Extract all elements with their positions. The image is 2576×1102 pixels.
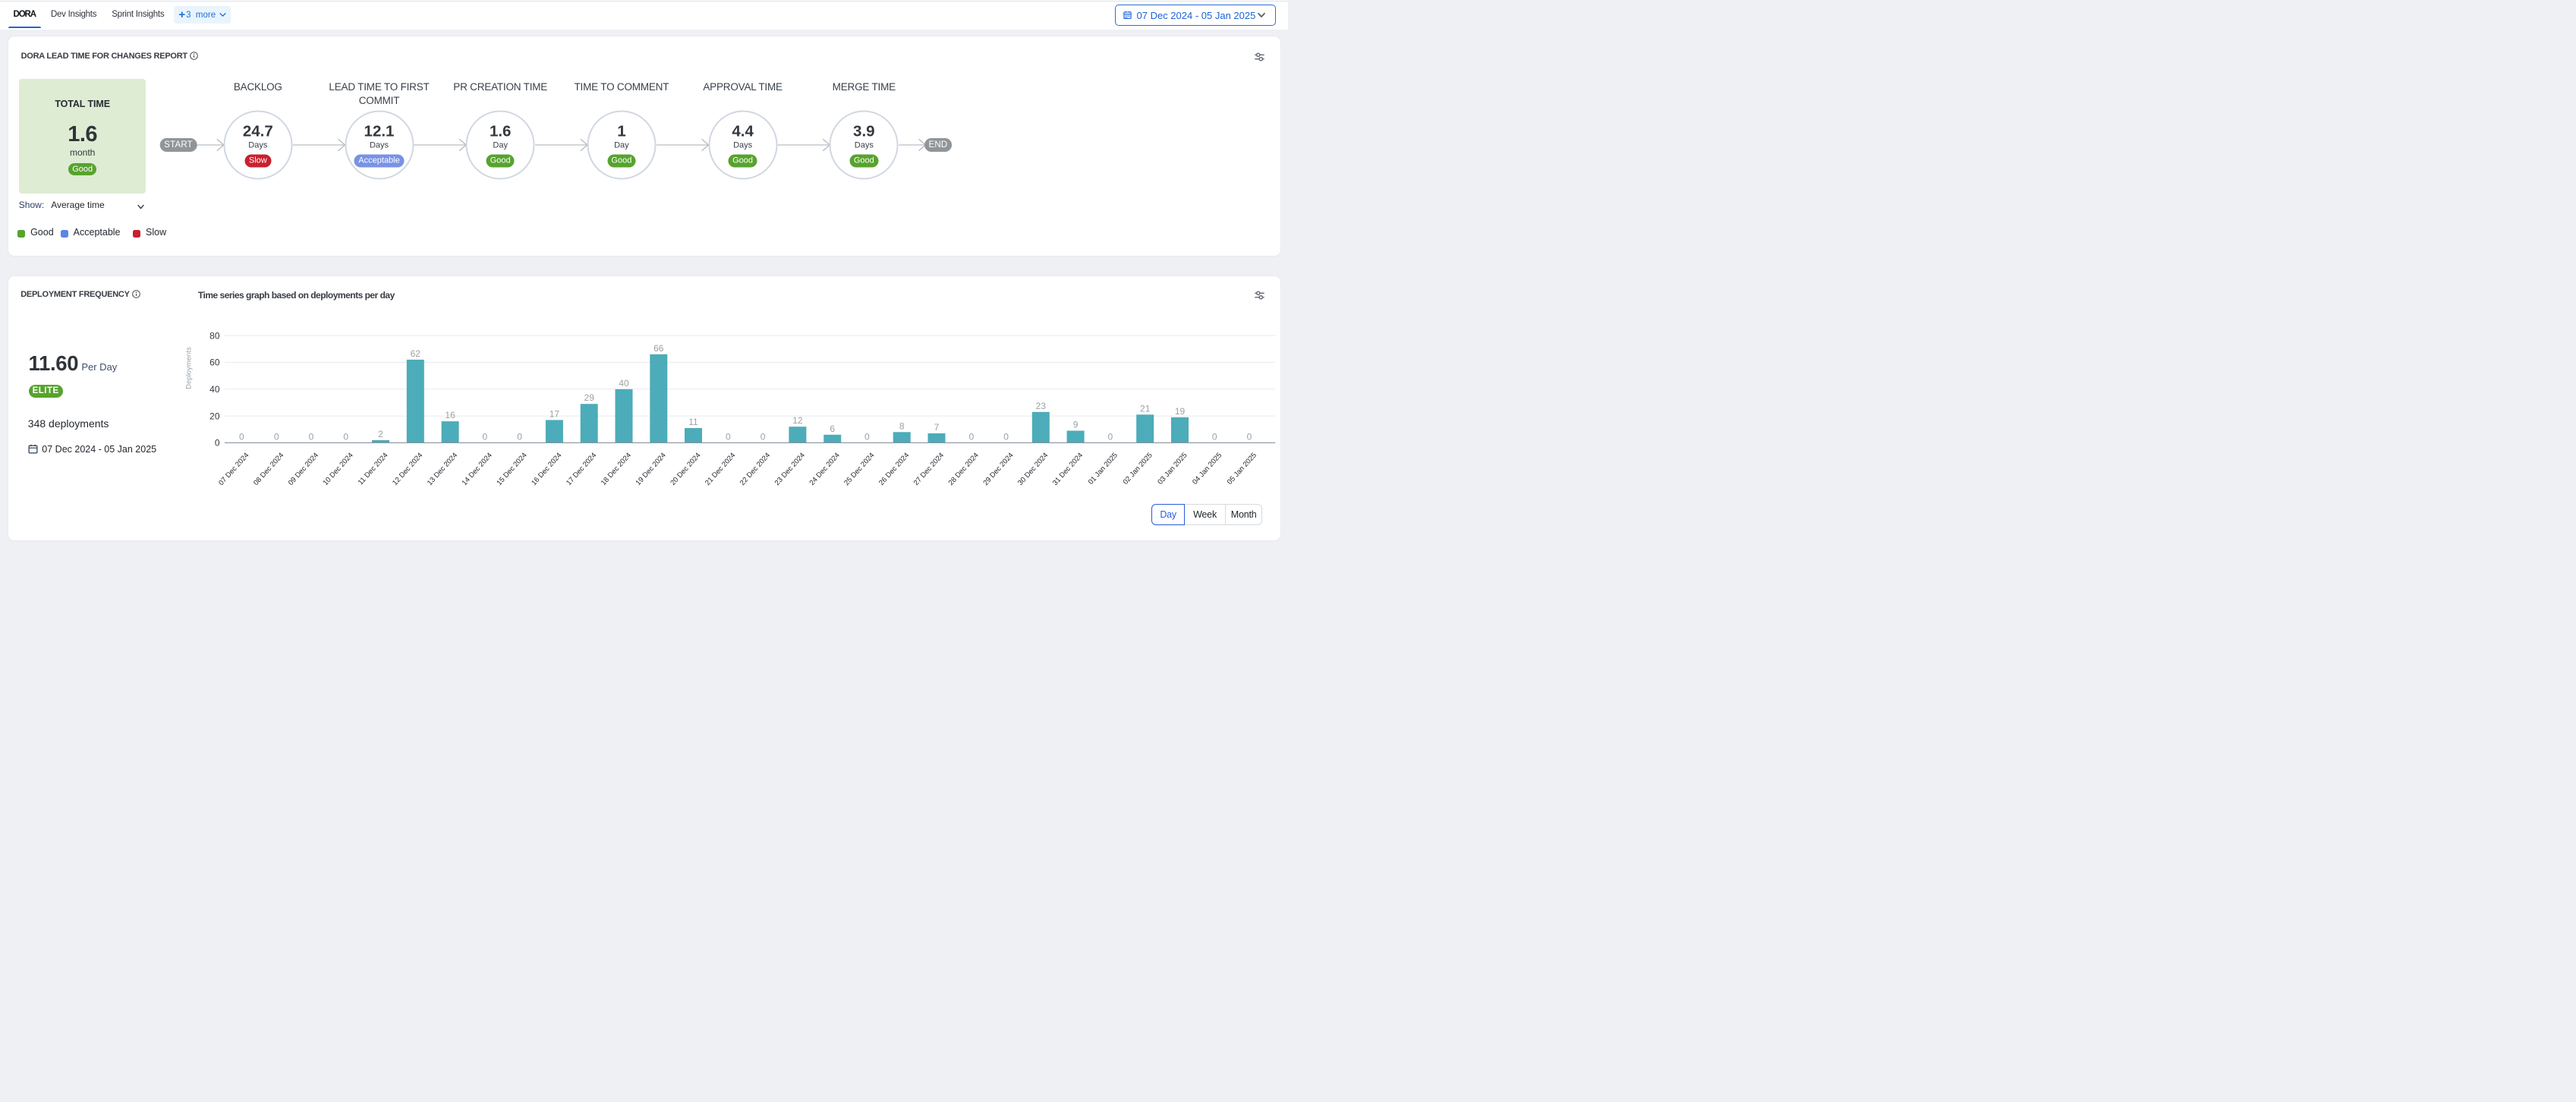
svg-text:2: 2 (378, 429, 383, 439)
svg-text:0: 0 (239, 431, 244, 442)
svg-text:60: 60 (209, 357, 220, 368)
svg-text:0: 0 (1211, 431, 1217, 442)
svg-text:0: 0 (760, 431, 765, 442)
svg-text:26 Dec 2024: 26 Dec 2024 (877, 452, 911, 487)
svg-text:23 Dec 2024: 23 Dec 2024 (773, 452, 806, 487)
svg-text:23: 23 (1035, 401, 1046, 411)
svg-text:40: 40 (209, 384, 220, 395)
svg-text:0: 0 (968, 431, 974, 442)
svg-text:0: 0 (1246, 431, 1252, 442)
svg-text:29 Dec 2024: 29 Dec 2024 (981, 452, 1015, 487)
svg-text:02 Jan 2025: 02 Jan 2025 (1121, 452, 1154, 486)
svg-text:21 Dec 2024: 21 Dec 2024 (704, 452, 737, 487)
svg-text:28 Dec 2024: 28 Dec 2024 (946, 452, 980, 487)
svg-text:19: 19 (1174, 406, 1185, 417)
svg-text:11 Dec 2024: 11 Dec 2024 (356, 452, 389, 487)
svg-text:31 Dec 2024: 31 Dec 2024 (1050, 452, 1084, 487)
svg-text:40: 40 (619, 378, 629, 389)
svg-text:01 Jan 2025: 01 Jan 2025 (1086, 452, 1119, 486)
svg-text:0: 0 (273, 431, 279, 442)
svg-text:05 Jan 2025: 05 Jan 2025 (1225, 452, 1258, 486)
svg-text:16: 16 (445, 410, 455, 420)
svg-text:62: 62 (410, 348, 420, 359)
svg-text:17 Dec 2024: 17 Dec 2024 (565, 452, 598, 487)
svg-text:0: 0 (308, 431, 313, 442)
svg-text:6: 6 (830, 423, 835, 434)
svg-text:29: 29 (584, 392, 594, 403)
svg-text:20 Dec 2024: 20 Dec 2024 (669, 452, 702, 487)
svg-text:0: 0 (1003, 431, 1009, 442)
svg-text:0: 0 (214, 438, 219, 449)
svg-text:04 Jan 2025: 04 Jan 2025 (1191, 452, 1223, 486)
svg-text:25 Dec 2024: 25 Dec 2024 (842, 452, 876, 487)
svg-text:09 Dec 2024: 09 Dec 2024 (286, 452, 320, 487)
svg-text:0: 0 (343, 431, 348, 442)
svg-text:Deployments: Deployments (184, 347, 193, 389)
svg-text:11: 11 (688, 417, 698, 427)
svg-text:03 Jan 2025: 03 Jan 2025 (1156, 452, 1189, 486)
svg-text:15 Dec 2024: 15 Dec 2024 (495, 452, 528, 487)
svg-text:27 Dec 2024: 27 Dec 2024 (912, 452, 945, 487)
svg-text:08 Dec 2024: 08 Dec 2024 (252, 452, 285, 487)
svg-text:8: 8 (899, 420, 904, 431)
svg-text:13 Dec 2024: 13 Dec 2024 (425, 452, 458, 487)
svg-text:21: 21 (1140, 403, 1151, 414)
svg-text:16 Dec 2024: 16 Dec 2024 (530, 452, 563, 487)
svg-text:0: 0 (517, 431, 522, 442)
svg-text:07 Dec 2024: 07 Dec 2024 (217, 452, 250, 487)
svg-text:66: 66 (653, 343, 664, 354)
svg-text:22 Dec 2024: 22 Dec 2024 (738, 452, 771, 487)
svg-text:0: 0 (482, 431, 487, 442)
svg-text:20: 20 (209, 411, 220, 421)
svg-text:0: 0 (1107, 431, 1113, 442)
svg-text:19 Dec 2024: 19 Dec 2024 (634, 452, 667, 487)
svg-text:12 Dec 2024: 12 Dec 2024 (391, 452, 424, 487)
svg-text:7: 7 (934, 422, 939, 433)
svg-text:30 Dec 2024: 30 Dec 2024 (1016, 452, 1050, 487)
svg-text:0: 0 (864, 431, 870, 442)
svg-text:24 Dec 2024: 24 Dec 2024 (808, 452, 841, 487)
svg-text:0: 0 (725, 431, 730, 442)
svg-text:80: 80 (209, 330, 220, 341)
svg-text:10 Dec 2024: 10 Dec 2024 (321, 452, 354, 487)
svg-text:12: 12 (792, 415, 803, 426)
svg-text:17: 17 (549, 408, 559, 419)
svg-text:18 Dec 2024: 18 Dec 2024 (599, 452, 632, 487)
svg-text:14 Dec 2024: 14 Dec 2024 (460, 452, 493, 487)
svg-text:9: 9 (1072, 420, 1078, 430)
